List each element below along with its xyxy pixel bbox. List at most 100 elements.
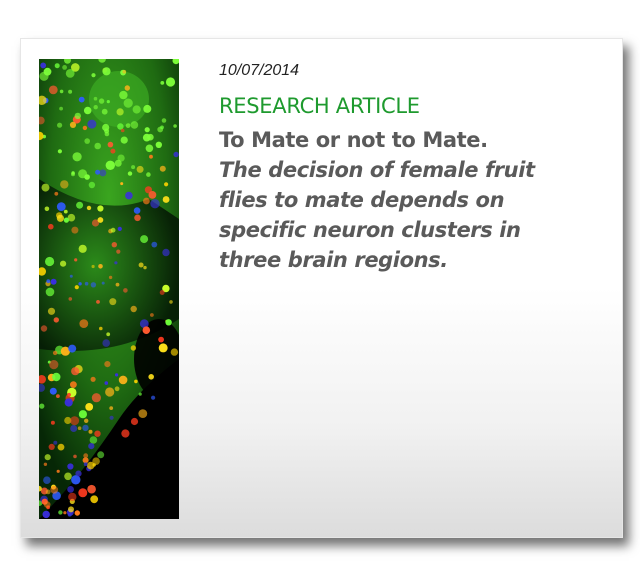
- neuron-dot: [173, 151, 179, 158]
- neuron-dot: [105, 387, 115, 397]
- neuron-dot: [82, 424, 89, 432]
- neuron-dot: [102, 339, 110, 347]
- neuron-dot: [56, 469, 60, 473]
- neuron-dot: [62, 65, 67, 70]
- neuron-dot: [122, 69, 127, 74]
- neuron-dot: [49, 360, 59, 370]
- neuron-dot: [65, 69, 75, 78]
- neuron-dot: [101, 108, 108, 115]
- neuron-dot: [67, 486, 74, 493]
- neuron-dot: [170, 348, 179, 356]
- neuron-dot: [67, 463, 74, 470]
- neuron-dot: [70, 425, 78, 432]
- neuron-dot: [130, 305, 137, 313]
- neuron-dot: [109, 406, 114, 410]
- neuron-dot: [85, 403, 94, 411]
- neuron-dot: [91, 393, 101, 403]
- neuron-dot: [67, 392, 71, 397]
- neuron-dot: [43, 501, 51, 508]
- neuron-dot: [78, 282, 82, 286]
- neuron-dot: [125, 191, 133, 200]
- neuron-dot: [44, 454, 51, 461]
- neuron-dot: [149, 154, 153, 159]
- neuron-dot: [68, 89, 73, 94]
- neuron-dot: [142, 326, 151, 335]
- neuron-dot: [48, 223, 54, 230]
- neuron-dot: [48, 443, 55, 450]
- neuron-dot: [63, 217, 69, 223]
- neuron-dot: [143, 197, 150, 205]
- neuron-dot: [116, 108, 124, 116]
- neuron-dot: [97, 205, 104, 212]
- neuron-dot: [102, 123, 110, 132]
- neuron-dot: [98, 98, 105, 104]
- neuron-dot: [69, 121, 77, 128]
- article-title[interactable]: To Mate or not to Mate.: [219, 125, 599, 155]
- neuron-dot: [97, 217, 104, 223]
- neuron-dot: [83, 106, 92, 115]
- neuron-dot: [151, 241, 158, 248]
- neuron-dot: [93, 96, 98, 101]
- neuron-dot: [134, 214, 141, 222]
- neuron-dot: [86, 461, 95, 470]
- neuron-dot: [118, 375, 128, 385]
- neuron-dot: [42, 510, 50, 519]
- neuron-dot: [64, 398, 73, 407]
- neuron-dot: [78, 410, 87, 419]
- neuron-dot: [57, 149, 62, 154]
- neuron-dot: [105, 160, 116, 170]
- neuron-dot: [159, 165, 166, 172]
- neuron-dot: [114, 261, 118, 265]
- neuron-dot: [88, 443, 95, 450]
- neuron-dot: [74, 112, 81, 120]
- article-subtitle[interactable]: The decision of female fruit flies to ma…: [219, 155, 549, 275]
- neuron-dot: [48, 85, 58, 95]
- neuron-dot: [130, 417, 139, 426]
- neuron-dot: [74, 510, 80, 516]
- neuron-dot: [49, 387, 57, 395]
- article-category[interactable]: RESEARCH ARTICLE: [219, 93, 599, 119]
- neuron-dot: [165, 77, 176, 87]
- neuron-dot: [140, 235, 149, 244]
- neuron-dot: [130, 121, 139, 129]
- neuron-dot: [84, 418, 89, 423]
- neuron-dot: [56, 214, 64, 222]
- neuron-dot: [43, 476, 51, 485]
- neuron-dot: [88, 181, 96, 189]
- neuron-dot: [130, 345, 137, 351]
- neuron-dot: [116, 249, 121, 254]
- neuron-dot: [71, 367, 80, 376]
- neuron-dot: [144, 127, 150, 133]
- neuron-dot: [74, 285, 79, 290]
- neuron-dot: [146, 172, 151, 177]
- neuron-dot: [73, 454, 77, 459]
- neuron-dot: [68, 492, 77, 502]
- article-thumbnail-image[interactable]: [39, 59, 179, 519]
- neuron-dot: [120, 128, 125, 133]
- neuron-dot: [109, 415, 114, 420]
- neuron-dot: [117, 226, 122, 231]
- neuron-dot: [114, 159, 122, 167]
- neuron-dot: [79, 319, 89, 328]
- neuron-dot: [52, 350, 58, 356]
- neuron-dot: [74, 258, 78, 262]
- neuron-dot: [78, 96, 85, 103]
- neuron-dot: [88, 429, 93, 434]
- neuron-dot: [50, 278, 57, 285]
- neuron-dot: [57, 443, 65, 451]
- neuron-dot: [150, 199, 160, 209]
- neuron-dot: [107, 141, 114, 148]
- neuron-dot: [59, 106, 63, 111]
- article-content: 10/07/2014 RESEARCH ARTICLE To Mate or n…: [219, 61, 599, 275]
- neuron-dot: [104, 361, 111, 368]
- neuron-dot: [121, 429, 130, 438]
- neuron-dot: [44, 206, 50, 212]
- neuron-dot: [45, 287, 55, 297]
- neuron-dot: [165, 319, 172, 326]
- neuron-dot: [39, 71, 49, 81]
- neuron-dot: [54, 63, 60, 69]
- neuron-dot: [50, 420, 55, 425]
- neuron-dot: [91, 73, 96, 78]
- neuron-dot: [148, 374, 154, 380]
- neuron-dot: [89, 436, 98, 444]
